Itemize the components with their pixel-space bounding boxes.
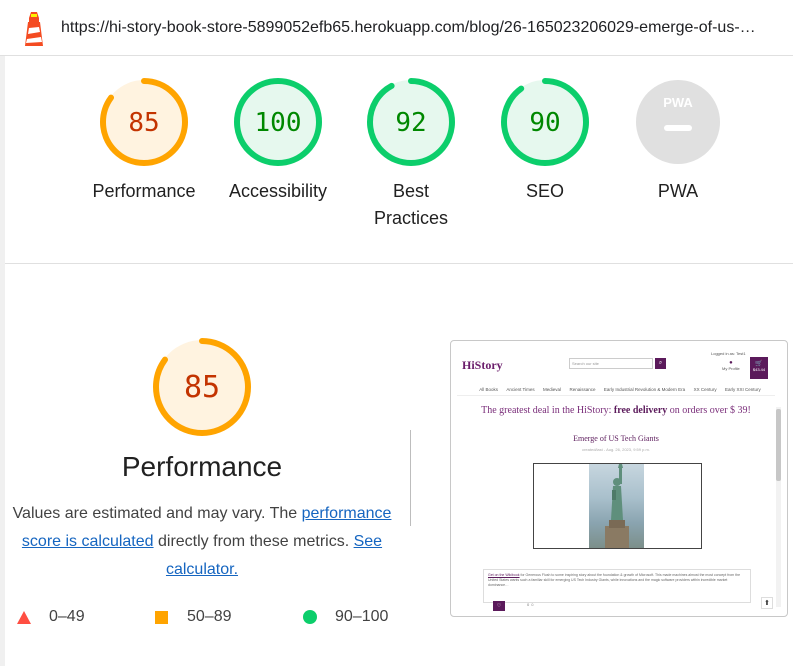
gauge-label: Accessibility xyxy=(218,178,338,205)
gauge-label-line: Accessibility xyxy=(228,181,328,201)
pwa-badge-icon: PWA xyxy=(663,95,693,110)
site-nav-item: All Books xyxy=(479,387,498,392)
post-body-link: Get on the Wikibook xyxy=(488,573,520,577)
gauge-label-line: SEO xyxy=(525,181,564,201)
site-nav-item: Ancient Times xyxy=(506,387,535,392)
vertical-divider xyxy=(410,430,411,526)
gauge-ring: 85 xyxy=(100,78,188,166)
page-screenshot[interactable]: HiStory Search our site ⌕ Logged in as: … xyxy=(450,340,788,617)
gauge-ring: 100 xyxy=(234,78,322,166)
profile-label: My Profile xyxy=(722,366,740,371)
detail-gauge-ring: 85 xyxy=(153,338,251,436)
site-header: HiStory Search our site ⌕ Logged in as: … xyxy=(457,347,783,381)
url-text: https://hi-story-book-store-5899052efb65… xyxy=(61,19,756,36)
gauge-seo[interactable]: 90 SEO xyxy=(485,76,605,205)
gauge-label: PWA xyxy=(618,178,738,205)
gauge-label-line: Practices xyxy=(373,208,449,228)
screenshot-scrollbar-thumb xyxy=(776,409,781,481)
statue-of-liberty-image xyxy=(589,464,644,548)
gauge-label-line: PWA xyxy=(657,181,699,201)
performance-description: Values are estimated and may vary. The p… xyxy=(12,500,392,584)
legend-item-fail: 0–49 xyxy=(17,608,85,626)
gauge-background xyxy=(636,80,720,164)
banner-text: The greatest deal in the HiStory: xyxy=(481,405,614,416)
desc-text-1: Values are estimated and may vary. The xyxy=(12,505,298,522)
gauge-label: Performance xyxy=(84,178,204,205)
post-date: created/last - Aug. 26, 2023, 9:59 p.m. xyxy=(582,447,650,452)
site-nav-item: Early Industrial Revolution & Modern Era xyxy=(603,387,686,392)
post-title: Emerge of US Tech Giants xyxy=(573,434,659,443)
legend-range: 0–49 xyxy=(49,608,85,625)
gauge-label: Best Practices xyxy=(351,178,471,232)
cart-button: 🛒 $43.44 xyxy=(750,357,768,379)
performance-title: Performance xyxy=(121,451,283,482)
profile-link: ● My Profile xyxy=(722,360,740,371)
gauge-ring: PWA xyxy=(636,80,720,164)
screenshot-content: HiStory Search our site ⌕ Logged in as: … xyxy=(457,347,783,612)
gauge-score: 90 xyxy=(529,108,560,138)
post-image-frame xyxy=(533,463,702,549)
gauge-ring: 90 xyxy=(501,78,589,166)
banner-bold: free delivery xyxy=(613,405,668,416)
gauge-best-practices[interactable]: 92 Best Practices xyxy=(351,76,471,232)
desc-text-2: directly from these metrics. xyxy=(153,533,354,550)
site-nav-item: XX Century xyxy=(693,387,717,392)
gauge-score: 100 xyxy=(255,108,302,138)
lighthouse-icon xyxy=(25,12,43,46)
performance-detail-gauge: 85 xyxy=(151,336,253,438)
gauge-pwa[interactable]: PWA PWA xyxy=(618,76,738,205)
section-separator xyxy=(5,263,793,264)
heart-icon: ♡ xyxy=(493,601,505,611)
site-nav-item: Early XXI Century xyxy=(725,387,761,392)
legend-range: 50–89 xyxy=(187,608,232,625)
post-body-text: for Generous Flush to some inspiring sto… xyxy=(488,573,741,587)
comment-count: 0 ☺ xyxy=(527,602,535,607)
statue-icon xyxy=(605,464,629,548)
gauge-ring: 92 xyxy=(367,78,455,166)
post-body: Get on the Wikibook for Generous Flush t… xyxy=(483,569,751,603)
gauge-accessibility[interactable]: 100 Accessibility xyxy=(218,76,338,205)
cart-total: $43.44 xyxy=(752,367,766,372)
site-logo: HiStory xyxy=(462,358,503,372)
legend-item-pass: 90–100 xyxy=(303,608,388,626)
gauge-score: 92 xyxy=(395,108,426,138)
site-nav-item: Renaissance xyxy=(569,387,596,392)
promo-banner: The greatest deal in the HiStory: free d… xyxy=(457,405,775,416)
triangle-icon xyxy=(17,610,31,624)
site-search-icon: ⌕ xyxy=(655,358,666,369)
site-search-input: Search our site xyxy=(569,358,653,369)
back-to-top-icon: ⬆ xyxy=(761,597,773,609)
gauge-label: SEO xyxy=(485,178,605,205)
gauge-label-line: Best xyxy=(392,181,430,201)
gauge-score: 85 xyxy=(184,370,220,405)
legend-range: 90–100 xyxy=(335,608,389,625)
left-rule xyxy=(0,56,5,666)
circle-icon xyxy=(303,610,317,624)
site-divider xyxy=(457,395,775,396)
gauge-score: 85 xyxy=(128,108,159,138)
url-bar: https://hi-story-book-store-5899052efb65… xyxy=(0,0,793,56)
site-nav: All Books Ancient Times Medieval Renaiss… xyxy=(457,387,783,392)
legend-item-average: 50–89 xyxy=(155,608,232,626)
cart-icon: 🛒 xyxy=(755,361,763,367)
logged-in-text: Logged in as: Test1 xyxy=(711,351,746,356)
site-nav-item: Medieval xyxy=(543,387,562,392)
pwa-dash-icon xyxy=(664,125,692,131)
square-icon xyxy=(155,610,168,624)
gauge-label-line: Performance xyxy=(92,181,196,201)
gauge-performance[interactable]: 85 Performance xyxy=(84,76,204,205)
banner-text-2: on orders over $ 39! xyxy=(667,405,751,416)
